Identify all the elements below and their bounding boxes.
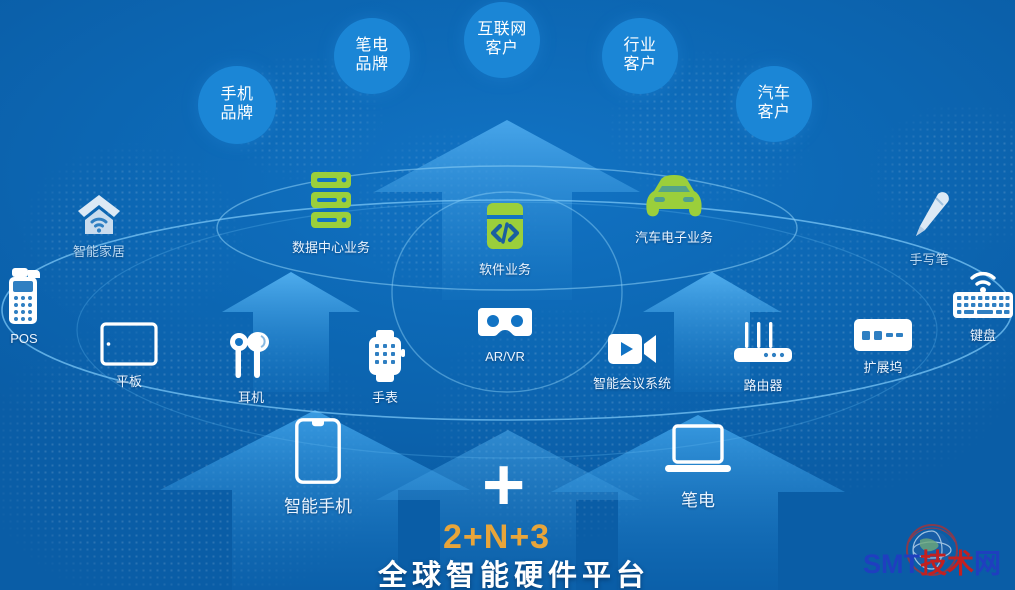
device-label: 智能会议系统 bbox=[592, 376, 671, 391]
bubble-line1: 行业 bbox=[623, 37, 657, 55]
device-smart-home[interactable]: 智能家居 bbox=[56, 192, 142, 260]
device-label: 路由器 bbox=[743, 378, 783, 393]
business-data-center[interactable]: 数据中心业务 bbox=[277, 170, 385, 256]
device-smartphone[interactable]: 智能手机 bbox=[266, 418, 370, 517]
bubble-industry-client[interactable]: 行业 客户 bbox=[602, 18, 678, 94]
business-automotive[interactable]: 汽车电子业务 bbox=[615, 172, 733, 246]
bubble-line1: 汽车 bbox=[757, 85, 791, 103]
laptop-icon bbox=[664, 424, 732, 478]
smartphone-icon bbox=[295, 418, 341, 484]
pos-terminal-icon bbox=[4, 268, 44, 326]
vr-headset-icon bbox=[477, 306, 533, 344]
page-title: 全球智能硬件平台 bbox=[378, 560, 651, 590]
device-label: 笔电 bbox=[681, 491, 715, 510]
smartwatch-icon bbox=[363, 330, 407, 382]
device-label: 智能手机 bbox=[284, 497, 352, 516]
bubble-line2: 客户 bbox=[757, 104, 791, 121]
business-label: 汽车电子业务 bbox=[634, 230, 713, 245]
device-watch[interactable]: 手表 bbox=[358, 330, 412, 406]
device-laptop[interactable]: 笔电 bbox=[650, 424, 746, 511]
device-label: 耳机 bbox=[237, 390, 264, 405]
business-software[interactable]: 软件业务 bbox=[459, 202, 551, 278]
code-icon bbox=[483, 202, 527, 254]
dock-icon bbox=[853, 318, 913, 352]
device-label: AR/VR bbox=[485, 349, 525, 364]
bubble-auto-client[interactable]: 汽车 客户 bbox=[736, 66, 812, 142]
bubble-laptop-brand[interactable]: 笔电 品牌 bbox=[334, 18, 410, 94]
device-arvr[interactable]: AR/VR bbox=[470, 306, 540, 364]
tablet-icon bbox=[100, 322, 158, 366]
bubble-line2: 客户 bbox=[623, 56, 657, 73]
stylus-pen-icon bbox=[908, 192, 950, 244]
bubble-line2: 品牌 bbox=[220, 105, 254, 122]
device-pos[interactable]: POS bbox=[0, 268, 48, 346]
bubble-line1: 互联网 bbox=[477, 21, 527, 39]
device-label: 扩展坞 bbox=[863, 360, 903, 375]
keyboard-icon bbox=[952, 262, 1014, 320]
infographic-canvas: 手机 品牌 笔电 品牌 互联网 客户 行业 客户 汽车 客户 数据中心业务 软件… bbox=[0, 0, 1015, 590]
car-icon bbox=[643, 172, 705, 222]
device-keyboard[interactable]: 键盘 bbox=[952, 262, 1014, 344]
server-icon bbox=[306, 170, 356, 232]
bubble-line2: 品牌 bbox=[355, 56, 389, 73]
device-label: 手表 bbox=[371, 390, 398, 405]
device-earphones[interactable]: 耳机 bbox=[222, 330, 280, 406]
smart-home-icon bbox=[76, 192, 122, 236]
video-camera-icon bbox=[606, 328, 658, 368]
device-label: 智能家居 bbox=[72, 244, 125, 259]
bubble-line2: 客户 bbox=[485, 40, 519, 57]
device-tablet[interactable]: 平板 bbox=[98, 322, 160, 390]
earphones-icon bbox=[225, 330, 277, 382]
business-label: 软件业务 bbox=[478, 262, 531, 277]
device-dock[interactable]: 扩展坞 bbox=[848, 318, 918, 376]
device-label: 手写笔 bbox=[909, 252, 949, 267]
watermark-brand-cn-tail: 网 bbox=[974, 549, 1001, 579]
watermark-logo: SMT技术网 bbox=[857, 520, 1007, 586]
bubble-line1: 手机 bbox=[220, 86, 254, 104]
watermark-text: SMT技术网 bbox=[857, 551, 1007, 578]
watermark-brand-latin: SMT bbox=[863, 549, 920, 579]
router-icon bbox=[732, 322, 794, 370]
device-router[interactable]: 路由器 bbox=[728, 322, 798, 394]
device-label: 平板 bbox=[115, 374, 142, 389]
device-label: 键盘 bbox=[969, 328, 996, 343]
device-label: POS bbox=[10, 331, 38, 346]
bubble-line1: 笔电 bbox=[355, 37, 389, 55]
bubble-internet-client[interactable]: 互联网 客户 bbox=[464, 2, 540, 78]
plus-symbol: + bbox=[482, 443, 525, 526]
watermark-brand-cn: 技术 bbox=[920, 549, 974, 579]
device-stylus[interactable]: 手写笔 bbox=[898, 192, 960, 268]
device-conference[interactable]: 智能会议系统 bbox=[580, 328, 684, 392]
bubble-phone-brand[interactable]: 手机 品牌 bbox=[198, 66, 276, 144]
business-label: 数据中心业务 bbox=[291, 240, 370, 255]
